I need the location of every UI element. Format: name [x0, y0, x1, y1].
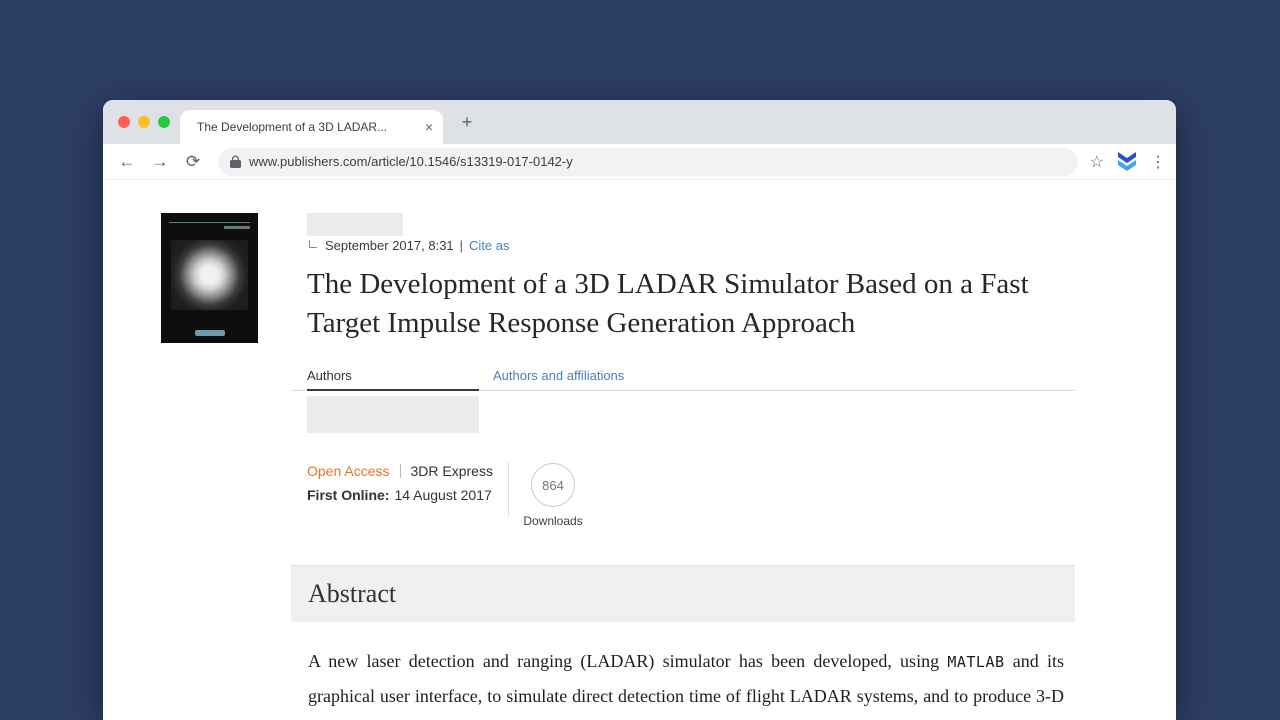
lock-icon [230, 155, 241, 169]
address-bar[interactable]: www.publishers.com/article/10.1546/s1331… [218, 147, 1078, 176]
open-access-badge: Open Access [307, 463, 390, 479]
downloads-count-badge: 864 [531, 463, 575, 507]
browser-menu-icon[interactable]: ⋮ [1150, 152, 1166, 172]
article-title: The Development of a 3D LADAR Simulator … [307, 268, 1029, 339]
journal-cover[interactable] [161, 213, 258, 343]
journal-cover-microtext [224, 226, 250, 229]
journal-cover-topline [169, 222, 250, 223]
forward-icon[interactable]: → [148, 152, 172, 172]
publication-dateline: September 2017, 8:31 | Cite as [309, 238, 510, 253]
abstract-text-part1: A new laser detection and ranging (LADAR… [308, 651, 948, 671]
dateline-separator: | [459, 238, 464, 253]
journal-cover-image [171, 240, 248, 310]
downloads-label: Downloads [523, 514, 583, 528]
tab-strip: The Development of a 3D LADAR... × + [103, 100, 1176, 144]
window-controls [118, 116, 170, 128]
springer-logo [194, 330, 225, 336]
url-text[interactable]: www.publishers.com/article/10.1546/s1331… [249, 154, 573, 169]
meta-vertical-rule [508, 462, 509, 516]
skeleton-block [307, 396, 479, 433]
first-online-label: First Online: [307, 487, 390, 503]
tab-authors-and-affiliations[interactable]: Authors and affiliations [493, 368, 624, 383]
journal-name: 3DR Express [410, 463, 493, 479]
back-icon[interactable]: ← [115, 152, 139, 172]
maximize-window-button[interactable] [158, 116, 170, 128]
publication-date: September 2017, 8:31 [325, 238, 454, 253]
cite-corner-icon [309, 239, 317, 248]
browser-window: The Development of a 3D LADAR... × + ← →… [103, 100, 1176, 720]
minimize-window-button[interactable] [138, 116, 150, 128]
new-tab-button[interactable]: + [455, 110, 479, 134]
meta-divider [399, 464, 401, 478]
tab-title: The Development of a 3D LADAR... [197, 120, 388, 134]
meta-row-first-online: First Online: 14 August 2017 [307, 487, 493, 505]
abstract-heading: Abstract [308, 579, 397, 608]
abstract-section-header: Abstract [291, 565, 1075, 622]
abstract-paragraph: A new laser detection and ranging (LADAR… [308, 645, 1064, 720]
reload-icon[interactable]: ⟳ [181, 152, 205, 172]
first-online-date: 14 August 2017 [394, 487, 492, 503]
article-page: September 2017, 8:31 | Cite as The Devel… [103, 180, 1176, 720]
browser-extension-logo-icon[interactable] [1116, 152, 1138, 171]
matlab-term: MATLAB [947, 653, 1005, 671]
tab-authors[interactable]: Authors [307, 368, 479, 391]
meta-row-access: Open Access 3DR Express [307, 462, 493, 480]
browser-toolbar: ← → ⟳ www.publishers.com/article/10.1546… [103, 144, 1176, 180]
skeleton-block [307, 213, 403, 236]
article-meta: Open Access 3DR Express First Online: 14… [307, 462, 493, 505]
browser-tab[interactable]: The Development of a 3D LADAR... × [180, 110, 443, 144]
bookmark-star-icon[interactable]: ☆ [1090, 152, 1104, 172]
tab-close-icon[interactable]: × [425, 120, 433, 134]
downloads-metric: 864 Downloads [518, 463, 588, 528]
close-window-button[interactable] [118, 116, 130, 128]
cite-as-link[interactable]: Cite as [469, 238, 509, 253]
